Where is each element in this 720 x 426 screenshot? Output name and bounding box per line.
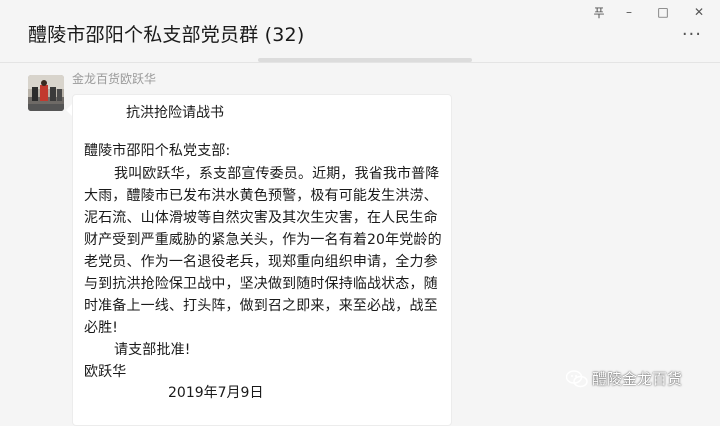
more-options-button[interactable]: ··· xyxy=(682,26,702,44)
chat-title: 醴陵市邵阳个私支部党员群 (32) xyxy=(28,24,305,46)
body-line: 老党员、作为一名退役老兵，现郑重向组织申请，全力参 xyxy=(84,254,438,270)
sender-name: 金龙百货欧跃华 xyxy=(72,72,157,86)
maximize-button[interactable]: □ xyxy=(646,2,680,22)
body-line: 泥石流、山体滑坡等自然灾害及其次生灾害，在人民生命 xyxy=(84,210,438,226)
avatar[interactable] xyxy=(28,75,64,111)
scroll-indicator[interactable] xyxy=(258,58,472,62)
body-line: 时准备上一线、打头阵，做到召之即来，来至必战，战至 xyxy=(84,298,438,314)
close-button[interactable]: ✕ xyxy=(682,2,716,22)
signature-line: 欧跃华 xyxy=(84,364,127,380)
body-line: 与到抗洪抢险保卫战中，坚决做到随时保持临战状态，随 xyxy=(84,276,438,292)
request-line: 请支部批准! xyxy=(114,342,191,358)
document-title: 抗洪抢险请战书 xyxy=(126,105,224,121)
salutation-line: 醴陵市邵阳个私党支部: xyxy=(84,143,231,159)
wechat-icon xyxy=(566,369,588,387)
body-line: 必胜! xyxy=(84,320,119,336)
title-bar: 醴陵市邵阳个私支部党员群 (32) 푸 – □ ✕ ··· xyxy=(0,0,720,63)
body-line: 我叫欧跃华，系支部宣传委员。近期，我省我市普降 xyxy=(114,166,440,182)
pin-button[interactable]: 푸 xyxy=(582,2,616,22)
document-date: 2019年7月9日 xyxy=(168,385,264,401)
avatar-image xyxy=(28,75,64,111)
watermark: 醴陵金龙百货 xyxy=(566,368,682,389)
body-line: 财产受到严重威胁的紧急关头，作为一名有着20年党龄的 xyxy=(84,232,442,248)
minimize-button[interactable]: – xyxy=(612,2,646,22)
body-line: 大雨，醴陵市已发布洪水黄色预警，极有可能发生洪涝、 xyxy=(84,188,438,204)
watermark-text: 醴陵金龙百货 xyxy=(592,370,683,388)
